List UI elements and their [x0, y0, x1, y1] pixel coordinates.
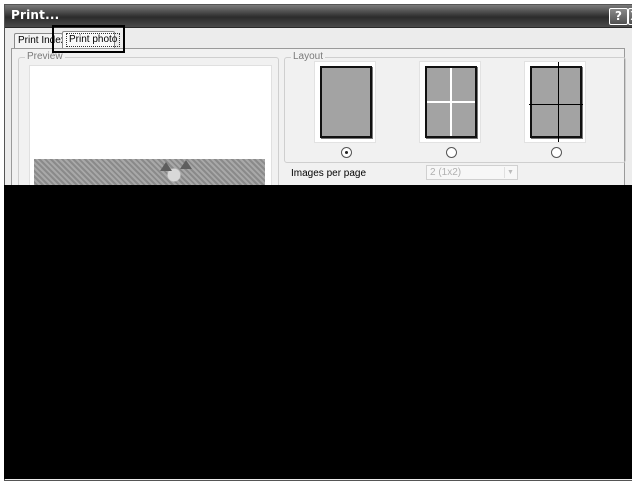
layout-radio-single[interactable] [341, 147, 352, 158]
layout-radio-crosshair[interactable] [551, 147, 562, 158]
help-button[interactable]: ? [609, 8, 628, 25]
images-per-page-value: 2 (1x2) [430, 167, 462, 178]
window-title: Print... [11, 8, 60, 22]
grid-line-vertical [450, 68, 452, 136]
single-page-icon [320, 66, 372, 138]
layout-thumb-crosshair[interactable] [524, 61, 586, 143]
layout-thumb-single[interactable] [314, 61, 376, 143]
images-per-page-select[interactable]: 2 (1x2) ▼ [426, 165, 518, 180]
layout-radio-four-grid[interactable] [446, 147, 457, 158]
four-grid-icon [425, 66, 477, 138]
crosshair-line-horizontal [529, 104, 583, 105]
close-button[interactable]: X [628, 8, 632, 25]
crosshair-line-vertical [558, 62, 559, 142]
chevron-down-icon: ▼ [504, 167, 516, 178]
images-per-page-label: Images per page [291, 168, 367, 179]
tab-highlight-frame [52, 25, 125, 53]
cat-ear-right [180, 160, 192, 169]
help-icon: ? [615, 9, 622, 23]
crosshair-page-icon [529, 62, 583, 142]
layout-thumb-four-grid[interactable] [419, 61, 481, 143]
redacted-region [4, 185, 632, 479]
cat-ear-left [160, 162, 172, 171]
